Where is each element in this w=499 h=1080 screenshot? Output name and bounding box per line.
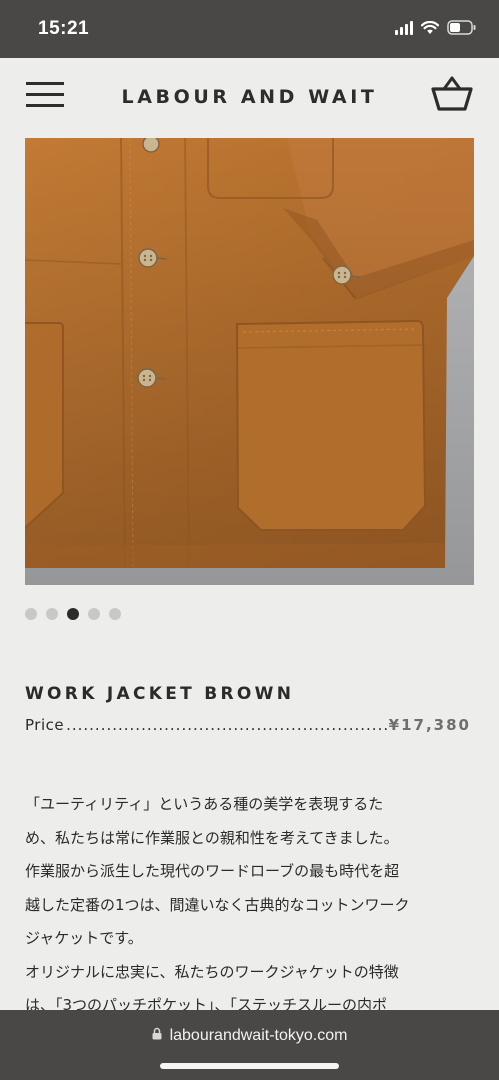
url-display[interactable]: labourandwait-tokyo.com (0, 1027, 499, 1045)
price-value: ¥17,380 (388, 716, 471, 734)
price-row: Price ..................................… (25, 716, 471, 734)
status-icons (395, 20, 477, 35)
product-image[interactable] (25, 138, 474, 585)
browser-address-bar[interactable]: labourandwait-tokyo.com (0, 1010, 499, 1080)
description-line: 作業服から派生した現代のワードローブの最も時代を超 (25, 862, 400, 880)
price-label: Price (25, 716, 65, 734)
carousel-dot-active[interactable] (67, 608, 79, 620)
carousel-dot[interactable] (109, 608, 121, 620)
description-line: 越した定番の1つは、間違いなく古典的なコットンワーク (25, 895, 410, 914)
price-leader-dots: ........................................… (66, 716, 387, 734)
product-title: WORK JACKET BROWN (25, 684, 295, 704)
status-time: 15:21 (38, 18, 90, 39)
description-line: め、私たちは常に作業服との親和性を考えてきました。 (25, 828, 399, 847)
carousel-dot[interactable] (46, 608, 58, 620)
status-bar: 15:21 (0, 0, 499, 58)
battery-icon (447, 20, 477, 35)
jacket-photo (25, 138, 474, 585)
carousel-indicator (25, 608, 121, 620)
product-description: 「ユーティリティ」というある種の美学を表現するた め、私たちは常に作業服との親和… (25, 788, 471, 1010)
basket-icon[interactable] (430, 74, 474, 114)
wifi-icon (421, 20, 439, 35)
description-line: は、「3つのパッチポケット」、「ステッチスルーの内ポ (25, 996, 388, 1010)
carousel-dot[interactable] (25, 608, 37, 620)
site-header: LABOUR AND WAIT (0, 58, 499, 138)
description-line: オリジナルに忠実に、私たちのワークジャケットの特徴 (25, 962, 399, 981)
description-line: ジャケットです。 (25, 929, 143, 947)
brand-logo[interactable]: LABOUR AND WAIT (0, 86, 499, 108)
description-line: 「ユーティリティ」というある種の美学を表現するた (25, 795, 384, 813)
home-indicator[interactable] (160, 1063, 339, 1069)
lock-icon (152, 1027, 162, 1045)
cellular-signal-icon (395, 20, 413, 35)
url-text: labourandwait-tokyo.com (169, 1027, 348, 1044)
carousel-dot[interactable] (88, 608, 100, 620)
